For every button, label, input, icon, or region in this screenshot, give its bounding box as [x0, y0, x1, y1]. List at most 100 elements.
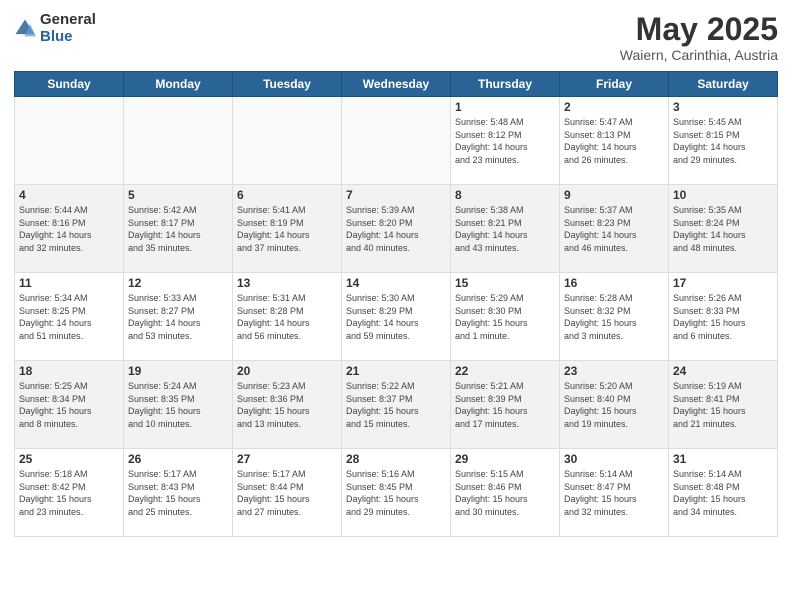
calendar-cell: 30Sunrise: 5:14 AM Sunset: 8:47 PM Dayli… — [560, 449, 669, 537]
calendar-header-saturday: Saturday — [669, 72, 778, 97]
calendar-header-wednesday: Wednesday — [342, 72, 451, 97]
day-number: 15 — [455, 276, 555, 290]
header: General Blue May 2025 Waiern, Carinthia,… — [14, 12, 778, 63]
calendar-cell: 31Sunrise: 5:14 AM Sunset: 8:48 PM Dayli… — [669, 449, 778, 537]
day-info: Sunrise: 5:19 AM Sunset: 8:41 PM Dayligh… — [673, 380, 773, 430]
day-info: Sunrise: 5:42 AM Sunset: 8:17 PM Dayligh… — [128, 204, 228, 254]
calendar-cell: 10Sunrise: 5:35 AM Sunset: 8:24 PM Dayli… — [669, 185, 778, 273]
calendar-cell: 11 Sunrise: 5:34 AM Sunset: 8:25 PM Dayli… — [15, 273, 124, 361]
calendar-header-thursday: Thursday — [451, 72, 560, 97]
calendar-cell: 17 Sunrise: 5:26 AM Sunset: 8:33 PM Dayli… — [669, 273, 778, 361]
calendar-cell: 12Sunrise: 5:33 AM Sunset: 8:27 PM Dayli… — [124, 273, 233, 361]
calendar-cell: 13 Sunrise: 5:31 AM Sunset: 8:28 PM Dayli… — [233, 273, 342, 361]
day-info: Sunrise: 5:17 AM Sunset: 8:43 PM Dayligh… — [128, 468, 228, 518]
title-month: May 2025 — [620, 12, 778, 47]
calendar-cell: 22 Sunrise: 5:21 AM Sunset: 8:39 PM Dayli… — [451, 361, 560, 449]
calendar-cell: 19 Sunrise: 5:24 AM Sunset: 8:35 PM Dayli… — [124, 361, 233, 449]
calendar-week-row: 11 Sunrise: 5:34 AM Sunset: 8:25 PM Dayli… — [15, 273, 778, 361]
calendar-cell — [233, 97, 342, 185]
logo-text: General Blue — [40, 12, 96, 45]
day-number: 25 — [19, 452, 119, 466]
day-info: Sunrise: 5:25 AM Sunset: 8:34 PM Dayligh… — [19, 380, 119, 430]
calendar-cell — [124, 97, 233, 185]
logo-blue: Blue — [40, 29, 96, 46]
day-number: 9 — [564, 188, 664, 202]
day-info: Sunrise: 5:23 AM Sunset: 8:36 PM Dayligh… — [237, 380, 337, 430]
day-info: Sunrise: 5:24 AM Sunset: 8:35 PM Dayligh… — [128, 380, 228, 430]
calendar-cell: 1Sunrise: 5:48 AM Sunset: 8:12 PM Daylig… — [451, 97, 560, 185]
calendar-table: SundayMondayTuesdayWednesdayThursdayFrid… — [14, 71, 778, 537]
calendar-week-row: 25 Sunrise: 5:18 AM Sunset: 8:42 PM Dayli… — [15, 449, 778, 537]
day-info: Sunrise: 5:45 AM Sunset: 8:15 PM Dayligh… — [673, 116, 773, 166]
calendar-cell: 8 Sunrise: 5:38 AM Sunset: 8:21 PM Daylig… — [451, 185, 560, 273]
calendar-week-row: 4 Sunrise: 5:44 AM Sunset: 8:16 PM Daylig… — [15, 185, 778, 273]
day-info: Sunrise: 5:16 AM Sunset: 8:45 PM Dayligh… — [346, 468, 446, 518]
day-number: 28 — [346, 452, 446, 466]
calendar-cell: 21Sunrise: 5:22 AM Sunset: 8:37 PM Dayli… — [342, 361, 451, 449]
day-info: Sunrise: 5:31 AM Sunset: 8:28 PM Dayligh… — [237, 292, 337, 342]
day-info: Sunrise: 5:22 AM Sunset: 8:37 PM Dayligh… — [346, 380, 446, 430]
calendar-cell: 26 Sunrise: 5:17 AM Sunset: 8:43 PM Dayli… — [124, 449, 233, 537]
day-info: Sunrise: 5:29 AM Sunset: 8:30 PM Dayligh… — [455, 292, 555, 342]
day-info: Sunrise: 5:39 AM Sunset: 8:20 PM Dayligh… — [346, 204, 446, 254]
calendar-cell — [15, 97, 124, 185]
day-info: Sunrise: 5:20 AM Sunset: 8:40 PM Dayligh… — [564, 380, 664, 430]
day-number: 14 — [346, 276, 446, 290]
calendar-cell: 9Sunrise: 5:37 AM Sunset: 8:23 PM Daylig… — [560, 185, 669, 273]
day-number: 29 — [455, 452, 555, 466]
day-number: 8 — [455, 188, 555, 202]
day-number: 3 — [673, 100, 773, 114]
calendar-cell: 28 Sunrise: 5:16 AM Sunset: 8:45 PM Dayli… — [342, 449, 451, 537]
page: General Blue May 2025 Waiern, Carinthia,… — [0, 0, 792, 612]
day-info: Sunrise: 5:28 AM Sunset: 8:32 PM Dayligh… — [564, 292, 664, 342]
calendar-cell: 18 Sunrise: 5:25 AM Sunset: 8:34 PM Dayli… — [15, 361, 124, 449]
calendar-cell: 4 Sunrise: 5:44 AM Sunset: 8:16 PM Daylig… — [15, 185, 124, 273]
day-info: Sunrise: 5:18 AM Sunset: 8:42 PM Dayligh… — [19, 468, 119, 518]
day-number: 18 — [19, 364, 119, 378]
logo-icon — [14, 18, 36, 40]
day-number: 23 — [564, 364, 664, 378]
calendar-cell: 29Sunrise: 5:15 AM Sunset: 8:46 PM Dayli… — [451, 449, 560, 537]
day-number: 16 — [564, 276, 664, 290]
calendar-cell: 20Sunrise: 5:23 AM Sunset: 8:36 PM Dayli… — [233, 361, 342, 449]
day-number: 4 — [19, 188, 119, 202]
calendar-cell: 27Sunrise: 5:17 AM Sunset: 8:44 PM Dayli… — [233, 449, 342, 537]
logo: General Blue — [14, 12, 96, 45]
calendar-cell — [342, 97, 451, 185]
day-info: Sunrise: 5:21 AM Sunset: 8:39 PM Dayligh… — [455, 380, 555, 430]
calendar-cell: 23 Sunrise: 5:20 AM Sunset: 8:40 PM Dayli… — [560, 361, 669, 449]
day-info: Sunrise: 5:41 AM Sunset: 8:19 PM Dayligh… — [237, 204, 337, 254]
day-number: 31 — [673, 452, 773, 466]
calendar-cell: 5Sunrise: 5:42 AM Sunset: 8:17 PM Daylig… — [124, 185, 233, 273]
calendar-week-row: 1Sunrise: 5:48 AM Sunset: 8:12 PM Daylig… — [15, 97, 778, 185]
day-info: Sunrise: 5:35 AM Sunset: 8:24 PM Dayligh… — [673, 204, 773, 254]
day-info: Sunrise: 5:47 AM Sunset: 8:13 PM Dayligh… — [564, 116, 664, 166]
day-number: 6 — [237, 188, 337, 202]
calendar-header-monday: Monday — [124, 72, 233, 97]
day-info: Sunrise: 5:38 AM Sunset: 8:21 PM Dayligh… — [455, 204, 555, 254]
day-number: 19 — [128, 364, 228, 378]
calendar-cell: 3 Sunrise: 5:45 AM Sunset: 8:15 PM Daylig… — [669, 97, 778, 185]
day-number: 13 — [237, 276, 337, 290]
calendar-cell: 14 Sunrise: 5:30 AM Sunset: 8:29 PM Dayli… — [342, 273, 451, 361]
calendar-cell: 7Sunrise: 5:39 AM Sunset: 8:20 PM Daylig… — [342, 185, 451, 273]
calendar-cell: 16 Sunrise: 5:28 AM Sunset: 8:32 PM Dayli… — [560, 273, 669, 361]
day-number: 1 — [455, 100, 555, 114]
day-number: 2 — [564, 100, 664, 114]
title-location: Waiern, Carinthia, Austria — [620, 47, 778, 63]
day-number: 11 — [19, 276, 119, 290]
calendar-header-tuesday: Tuesday — [233, 72, 342, 97]
logo-general: General — [40, 12, 96, 29]
day-number: 26 — [128, 452, 228, 466]
calendar-cell: 25 Sunrise: 5:18 AM Sunset: 8:42 PM Dayli… — [15, 449, 124, 537]
day-info: Sunrise: 5:34 AM Sunset: 8:25 PM Dayligh… — [19, 292, 119, 342]
day-info: Sunrise: 5:44 AM Sunset: 8:16 PM Dayligh… — [19, 204, 119, 254]
day-info: Sunrise: 5:26 AM Sunset: 8:33 PM Dayligh… — [673, 292, 773, 342]
calendar-week-row: 18 Sunrise: 5:25 AM Sunset: 8:34 PM Dayli… — [15, 361, 778, 449]
title-block: May 2025 Waiern, Carinthia, Austria — [620, 12, 778, 63]
day-number: 22 — [455, 364, 555, 378]
day-info: Sunrise: 5:14 AM Sunset: 8:47 PM Dayligh… — [564, 468, 664, 518]
calendar-cell: 6 Sunrise: 5:41 AM Sunset: 8:19 PM Daylig… — [233, 185, 342, 273]
day-number: 17 — [673, 276, 773, 290]
day-info: Sunrise: 5:30 AM Sunset: 8:29 PM Dayligh… — [346, 292, 446, 342]
